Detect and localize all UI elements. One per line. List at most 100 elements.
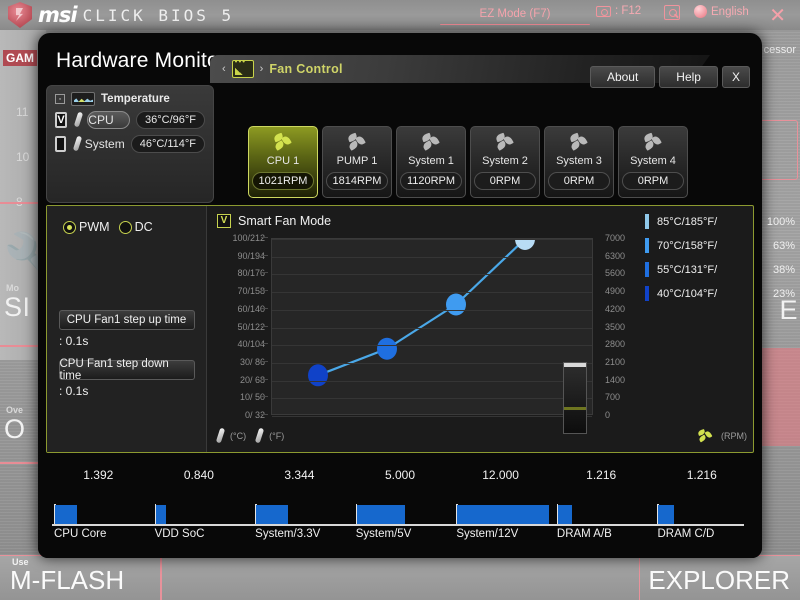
- fan-icon: [643, 132, 663, 152]
- fan-icon: [495, 132, 515, 152]
- voltage-bars-row: [48, 502, 752, 526]
- fan-tab-system-4[interactable]: System 4 0RPM: [618, 126, 688, 198]
- curve-segment: [455, 239, 526, 306]
- msi-brand-text: msi: [38, 3, 78, 27]
- system-temp-value: 46°C/114°F: [130, 135, 205, 153]
- chevron-right-icon[interactable]: ›: [260, 63, 264, 75]
- cpu-temp-checkbox[interactable]: V: [55, 112, 68, 128]
- voltage-bar-cell: [149, 502, 250, 526]
- fan-rpm-value: 1120RPM: [400, 172, 462, 190]
- pwm-radio[interactable]: [63, 220, 76, 234]
- close-icon[interactable]: ✕: [769, 3, 786, 28]
- footer-mflash-label[interactable]: M-FLASH: [10, 565, 124, 596]
- background-number-2: 10: [16, 150, 30, 164]
- voltage-bar: [457, 505, 550, 525]
- dialog-window-buttons: About Help X: [589, 66, 750, 88]
- gridline: [272, 380, 592, 382]
- rpm-gauge-slider[interactable]: [563, 362, 587, 434]
- waveform-icon: [71, 92, 95, 106]
- fan-tab-label: PUMP 1: [336, 155, 378, 167]
- voltage-name: System/5V: [355, 528, 412, 540]
- screenshot-button[interactable]: : F12: [596, 5, 641, 17]
- fan-tab-system-3[interactable]: System 3 0RPM: [544, 126, 614, 198]
- system-temp-checkbox[interactable]: V: [55, 136, 67, 152]
- dc-radio[interactable]: [118, 220, 132, 234]
- close-dialog-button[interactable]: X: [721, 66, 750, 88]
- plot-canvas[interactable]: [271, 238, 593, 417]
- fan-mode-pane: PWM DC CPU Fan1 step up time : 0.1s CPU …: [47, 206, 207, 452]
- background-divider-3: [0, 462, 40, 464]
- legend-label: 85°C/185°F/: [657, 215, 718, 228]
- gridline: [272, 239, 592, 240]
- temperature-row-cpu[interactable]: V CPU 36°C/96°F: [47, 108, 213, 132]
- fan-icon: [569, 132, 589, 152]
- left-axis-tick: 70/158: [237, 286, 265, 297]
- rpm-unit-label: (RPM): [721, 431, 747, 441]
- step-down-time-value: : 0.1s: [59, 384, 89, 398]
- search-button[interactable]: [664, 5, 680, 20]
- left-axis-tick: 30/ 86: [239, 356, 265, 367]
- footer-explorer-label[interactable]: EXPLORER: [648, 565, 790, 596]
- footer-divider-left: [160, 555, 162, 600]
- chevron-left-icon[interactable]: ‹: [222, 63, 226, 75]
- fan-tab-system-1[interactable]: System 1 1120RPM: [396, 126, 466, 198]
- temperature-row-system[interactable]: V System 46°C/114°F: [47, 132, 213, 156]
- thermometer-fahrenheit-icon: [254, 428, 266, 445]
- voltage-value: 1.392: [83, 468, 114, 482]
- step-up-time-value: : 0.1s: [59, 334, 89, 348]
- curve-point-0[interactable]: [308, 364, 328, 387]
- right-axis-tick: 2100: [605, 356, 626, 367]
- voltage-value: 1.216: [586, 468, 617, 482]
- right-axis-tick: 4900: [605, 286, 626, 297]
- voltage-bar-cell: [249, 502, 350, 526]
- about-button[interactable]: About: [589, 66, 656, 88]
- msi-logo: msi CLICK BIOS 5: [8, 2, 234, 28]
- legend-swatch: [645, 262, 649, 277]
- voltage-bar: [356, 505, 405, 525]
- search-icon: [664, 5, 680, 20]
- gridline: [272, 309, 592, 311]
- system-temp-label: System: [84, 137, 125, 151]
- fan-tab-pump-1[interactable]: PUMP 1 1814RPM: [322, 126, 392, 198]
- pwm-label: PWM: [79, 220, 110, 234]
- fan-tab-system-2[interactable]: System 2 0RPM: [470, 126, 540, 198]
- fan-tab-label: System 3: [556, 155, 602, 167]
- smart-fan-mode-checkbox[interactable]: V: [217, 214, 231, 228]
- collapse-icon[interactable]: ▫: [55, 94, 65, 104]
- step-up-time-button[interactable]: CPU Fan1 step up time: [58, 310, 195, 330]
- fan-control-content: PWM DC CPU Fan1 step up time : 0.1s CPU …: [46, 205, 795, 453]
- gridline: [272, 416, 592, 417]
- fan-tab-label: System 1: [408, 155, 454, 167]
- right-axis-tick: 0: [605, 410, 611, 420]
- left-axis-tick: 10/ 50: [239, 392, 265, 403]
- right-axis-tick: 1400: [605, 374, 626, 385]
- celsius-unit-label: (°C): [230, 431, 247, 441]
- curve-point-3[interactable]: [515, 239, 535, 250]
- language-selector[interactable]: English: [694, 5, 749, 18]
- rpm-gauge-knob[interactable]: [564, 363, 586, 367]
- help-button[interactable]: Help: [659, 66, 718, 88]
- voltage-bar-cell: [651, 502, 752, 526]
- rpm-unit-group: (RPM): [697, 428, 755, 443]
- legend-label: 40°C/104°F/: [657, 287, 718, 300]
- cpu-temp-label: CPU: [87, 111, 130, 129]
- globe-icon: [694, 5, 707, 18]
- cpu-temp-value: 36°C/96°F: [136, 111, 205, 129]
- legend-label: 70°C/158°F/: [657, 239, 718, 252]
- fan-tab-cpu-1[interactable]: CPU 1 1021RPM: [248, 126, 318, 198]
- fan-tab-label: CPU 1: [266, 155, 300, 167]
- screenshot-key-label: : F12: [615, 5, 642, 17]
- left-axis-tick: 20/ 68: [239, 374, 265, 385]
- camera-icon: [596, 5, 611, 17]
- curve-point-1[interactable]: [377, 337, 397, 360]
- left-axis-tick: 40/104: [237, 339, 265, 350]
- step-down-time-button[interactable]: CPU Fan1 step down time: [58, 358, 195, 382]
- background-red-box: [758, 120, 798, 180]
- voltage-name: DRAM C/D: [657, 528, 715, 540]
- ez-mode-button[interactable]: EZ Mode (F7): [440, 4, 590, 25]
- right-axis-tick: 4200: [605, 303, 626, 314]
- curve-point-2[interactable]: [446, 293, 466, 316]
- voltage-value: 12.000: [482, 468, 519, 482]
- dc-label: DC: [134, 220, 153, 234]
- fan-rpm-value: 1021RPM: [252, 172, 314, 190]
